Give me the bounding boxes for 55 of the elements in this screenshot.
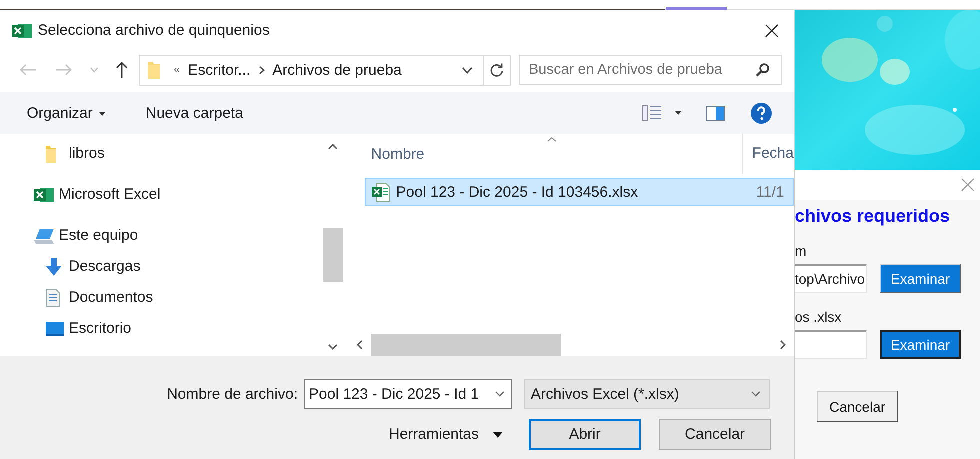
spreadsheet-icon: [12, 22, 32, 38]
file-row[interactable]: Pool 123 - Dic 2025 - Id 103456.xlsx 11/1: [365, 178, 794, 206]
breadcrumb-item[interactable]: Archivos de prueba: [272, 62, 402, 78]
computer-icon: [34, 228, 56, 244]
tools-menu-button[interactable]: Herramientas: [381, 422, 512, 447]
caret-icon: [98, 112, 106, 116]
accent-line: [666, 7, 727, 10]
cancel-button[interactable]: Cancelar: [817, 391, 898, 422]
tree-item[interactable]: Microsoft Excel: [0, 179, 324, 210]
spreadsheet-icon: [34, 186, 54, 202]
preview-pane-icon[interactable]: [706, 106, 725, 120]
path-field[interactable]: [795, 330, 867, 359]
window-title: Selecciona archivo de quinquenios: [38, 22, 271, 39]
chevron-down-icon[interactable]: [495, 391, 505, 397]
browse-button[interactable]: Examinar: [880, 330, 961, 359]
dialog-heading: chivos requeridos: [795, 205, 952, 227]
chevron-down-icon[interactable]: [751, 391, 761, 397]
cancel-button[interactable]: Cancelar: [659, 419, 772, 450]
open-button[interactable]: Abrir: [529, 419, 642, 450]
chevron-right-icon: [258, 66, 265, 74]
scrollbar-thumb[interactable]: [323, 228, 344, 282]
details-view-icon[interactable]: [642, 105, 661, 121]
search-field[interactable]: Buscar en Archivos de prueba: [519, 55, 782, 85]
desktop-icon: [46, 322, 64, 336]
search-icon[interactable]: [756, 63, 770, 77]
address-bar[interactable]: « Escritor... Archivos de prueba: [139, 54, 511, 86]
column-header[interactable]: Fecha: [742, 134, 794, 174]
document-icon: [46, 288, 60, 306]
breadcrumb-item[interactable]: Escritor...: [188, 62, 251, 78]
help-icon[interactable]: [751, 102, 772, 124]
caret-icon[interactable]: [675, 111, 682, 115]
toolbar-button[interactable]: Organizar: [18, 100, 115, 126]
sort-caret-icon: [547, 137, 558, 142]
tree-item[interactable]: Escritorio: [0, 313, 324, 344]
toolbar-button[interactable]: Nueva carpeta: [136, 100, 252, 126]
tree-item[interactable]: Documentos: [0, 282, 324, 313]
caret-icon: [493, 432, 504, 438]
column-header[interactable]: Nombre: [371, 146, 742, 162]
file-name-field[interactable]: Pool 123 - Dic 2025 - Id 1: [304, 379, 512, 409]
folder-icon: [148, 61, 160, 79]
file-type-dropdown[interactable]: Archivos Excel (*.xlsx): [524, 379, 770, 409]
field-label: m: [795, 242, 808, 260]
tree-item[interactable]: libros: [0, 138, 324, 169]
chevron-down-icon[interactable]: [462, 66, 473, 74]
folder-icon: [46, 144, 56, 162]
tree-item[interactable]: Descargas: [0, 251, 324, 282]
browse-button[interactable]: Examinar: [880, 264, 961, 293]
tree-item[interactable]: Este equipo: [0, 220, 324, 251]
field-label: os .xlsx: [795, 308, 843, 326]
path-field[interactable]: top\Archivo: [795, 264, 867, 293]
scrollbar-thumb[interactable]: [371, 334, 562, 356]
download-arrow-icon: [46, 258, 62, 276]
spreadsheet-file-icon: [372, 182, 390, 202]
file-name-label: Nombre de archivo:: [166, 386, 298, 402]
overflow-chevron[interactable]: «: [174, 64, 180, 76]
